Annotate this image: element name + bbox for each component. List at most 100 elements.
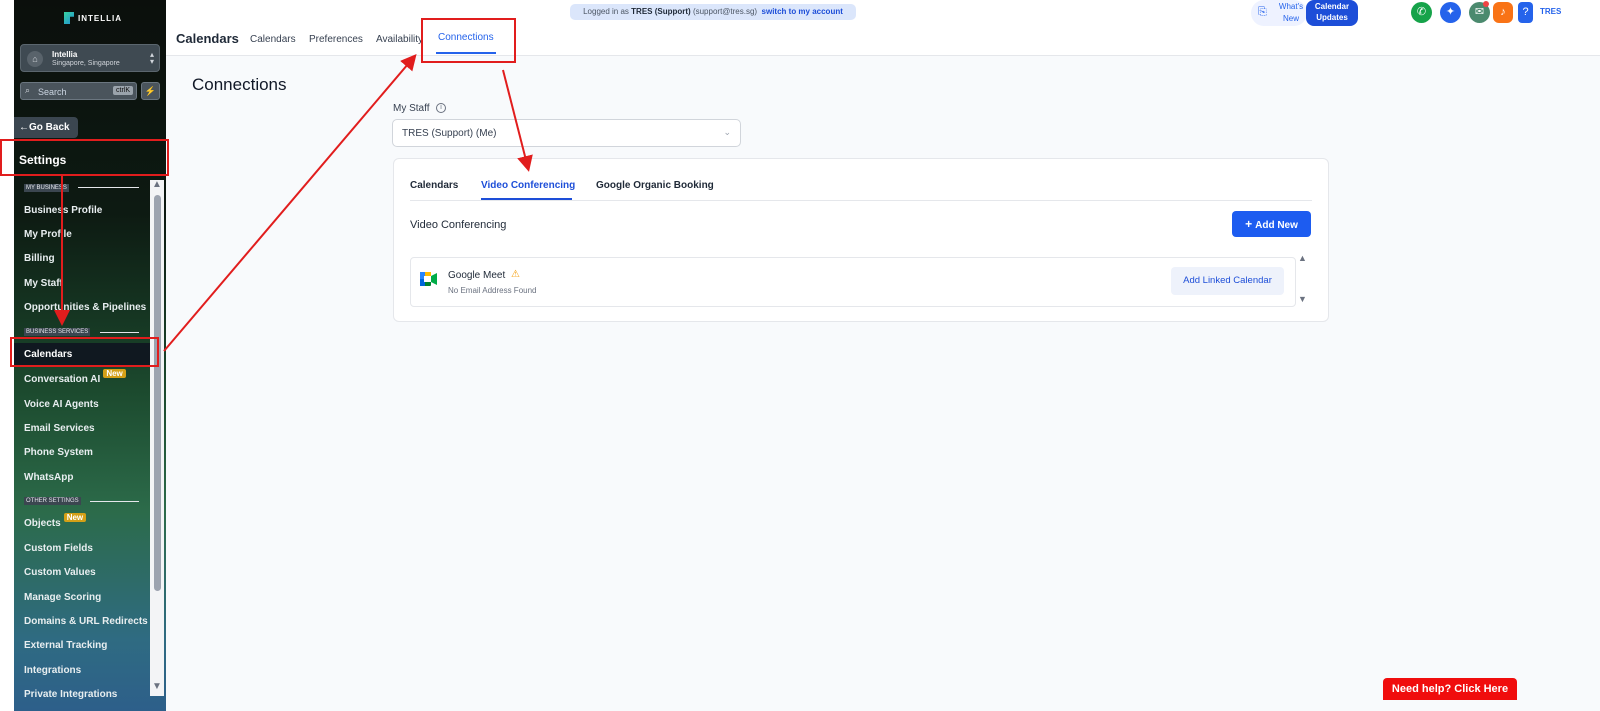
annotation-box-calendars (10, 337, 159, 367)
need-help-button[interactable]: Need help? Click Here (1383, 678, 1517, 700)
scroll-up-icon[interactable]: ▲ (152, 179, 162, 190)
sidebar-item-custom-fields[interactable]: Custom Fields (24, 543, 93, 554)
scroll-down-icon[interactable]: ▼ (152, 681, 162, 692)
section-title: Video Conferencing (410, 219, 507, 231)
chevron-down-icon: ⌄ (723, 127, 731, 137)
divider (78, 187, 139, 188)
go-back-button[interactable]: ←Go Back (14, 117, 78, 138)
magic-icon[interactable]: ✦ (1440, 2, 1461, 23)
add-new-button[interactable]: + Add New (1232, 211, 1311, 237)
tab-google-organic-booking[interactable]: Google Organic Booking (596, 180, 714, 191)
divider (100, 332, 139, 333)
staff-select-value: TRES (Support) (Me) (402, 128, 497, 139)
go-back-label: Go Back (29, 122, 70, 133)
page-title: Connections (192, 75, 287, 94)
phone-icon[interactable]: ✆ (1411, 2, 1432, 23)
sidebar-item-external-tracking[interactable]: External Tracking (24, 640, 107, 651)
sidebar-item-phone-system[interactable]: Phone System (24, 447, 93, 458)
banner-user: TRES (Support) (631, 7, 691, 16)
sidebar-item-whatsapp[interactable]: WhatsApp (24, 472, 73, 483)
staff-label: My Staff (393, 103, 430, 114)
sidebar-item-my-profile[interactable]: My Profile (24, 229, 72, 240)
divider (90, 501, 139, 502)
whats-new-line1: What's (1278, 2, 1304, 11)
connection-row (410, 257, 1296, 307)
scroll-down-icon[interactable]: ▼ (1298, 294, 1307, 304)
section-business-services: BUSINESS SERVICES (24, 328, 91, 336)
location-icon: ⌂ (27, 51, 43, 67)
lightning-icon: ⚡ (144, 86, 157, 96)
notification-dot (1483, 1, 1489, 7)
search-placeholder: Search (38, 87, 67, 97)
whats-new-label: What's New (1276, 1, 1306, 25)
search-shortcut: ctrlK (113, 86, 133, 95)
chevron-updown-icon: ▴ ▾ (149, 50, 154, 66)
annotation-box-connections (421, 18, 516, 63)
tab-availability[interactable]: Availability (376, 34, 423, 45)
switch-account-link[interactable]: switch to my account (762, 7, 843, 16)
quick-action-button[interactable]: ⚡ (141, 82, 160, 100)
sidebar-item-label: Objects (24, 518, 61, 529)
top-bar (166, 0, 1600, 56)
tab-calendars[interactable]: Calendars (250, 34, 296, 45)
staff-select[interactable]: TRES (Support) (Me) ⌄ (392, 119, 741, 147)
sidebar-item-manage-scoring[interactable]: Manage Scoring (24, 592, 101, 603)
sidebar-item-my-staff[interactable]: My Staff (24, 278, 63, 289)
account-switcher[interactable]: ⌂ Intellia Singapore, Singapore ▴ ▾ (20, 44, 160, 72)
page-section-title: Calendars (176, 31, 239, 46)
section-other-settings: OTHER SETTINGS (24, 497, 81, 505)
main-content (166, 56, 1600, 711)
plus-icon: + (1245, 217, 1253, 231)
tab-preferences[interactable]: Preferences (309, 34, 363, 45)
arrow-left-icon: ← (19, 122, 29, 133)
user-menu[interactable]: TRES (1540, 7, 1561, 16)
calendar-updates-line1: Calendar (1314, 2, 1350, 11)
add-new-label: Add New (1255, 220, 1298, 231)
account-name: Intellia (52, 50, 78, 59)
bell-icon[interactable]: ♪ (1493, 2, 1513, 23)
search-icon: ⌕ (25, 85, 31, 95)
sidebar-item-email-services[interactable]: Email Services (24, 423, 95, 434)
calendar-updates-button[interactable]: Calendar Updates (1306, 0, 1358, 26)
brand-name: INTELLIA (78, 13, 122, 23)
screen: { "sidebar": { "brand": "INTELLIA", "acc… (0, 0, 1600, 711)
sidebar-item-business-profile[interactable]: Business Profile (24, 205, 102, 216)
sidebar-item-opportunities[interactable]: Opportunities & Pipelines (24, 302, 146, 313)
google-meet-icon (420, 272, 437, 286)
brand-logo[interactable]: INTELLIA (64, 12, 122, 24)
add-linked-calendar-button[interactable]: Add Linked Calendar (1171, 267, 1284, 295)
sidebar-item-objects[interactable]: ObjectsNew (24, 513, 87, 529)
tab-calendars-connections[interactable]: Calendars (410, 180, 458, 191)
sidebar-item-voice-ai-agents[interactable]: Voice AI Agents (24, 399, 99, 410)
connection-name: Google Meet (448, 270, 506, 281)
sidebar-scroll-thumb[interactable] (154, 195, 161, 591)
info-icon[interactable]: i (436, 103, 446, 113)
divider (410, 200, 1312, 201)
section-my-business: MY BUSINESS (24, 184, 69, 192)
sidebar-item-domains[interactable]: Domains & URL Redirects (24, 616, 148, 627)
sidebar-item-label: Conversation AI (24, 374, 101, 385)
sidebar-item-private-integrations[interactable]: Private Integrations (24, 689, 117, 700)
whats-new-button[interactable]: ⎘ What's New (1251, 0, 1307, 26)
calendar-updates-line2: Updates (1316, 13, 1348, 22)
sidebar-item-custom-values[interactable]: Custom Values (24, 567, 96, 578)
sidebar-search[interactable]: ⌕ Search ctrlK (20, 82, 137, 100)
impersonation-banner: Logged in as TRES (Support) (support@tre… (570, 4, 856, 20)
tab-video-conferencing[interactable]: Video Conferencing (481, 180, 575, 191)
new-badge: New (63, 513, 87, 522)
whats-new-line2: New (1282, 14, 1299, 23)
logo-icon (64, 12, 74, 24)
help-icon[interactable]: ? (1518, 2, 1533, 23)
scroll-up-icon[interactable]: ▲ (1298, 253, 1307, 263)
warning-icon: ⚠ (511, 269, 520, 280)
banner-email: (support@tres.sg) (692, 7, 758, 16)
sidebar-item-conversation-ai[interactable]: Conversation AINew (24, 369, 126, 385)
gift-icon: ⎘ (1258, 6, 1267, 18)
annotation-box-settings (0, 139, 169, 176)
sidebar-item-integrations[interactable]: Integrations (24, 665, 81, 676)
banner-prefix: Logged in as (583, 7, 629, 16)
sidebar-item-billing[interactable]: Billing (24, 253, 55, 264)
account-location: Singapore, Singapore (52, 60, 120, 67)
connection-status: No Email Address Found (448, 286, 537, 295)
new-badge: New (103, 369, 126, 378)
